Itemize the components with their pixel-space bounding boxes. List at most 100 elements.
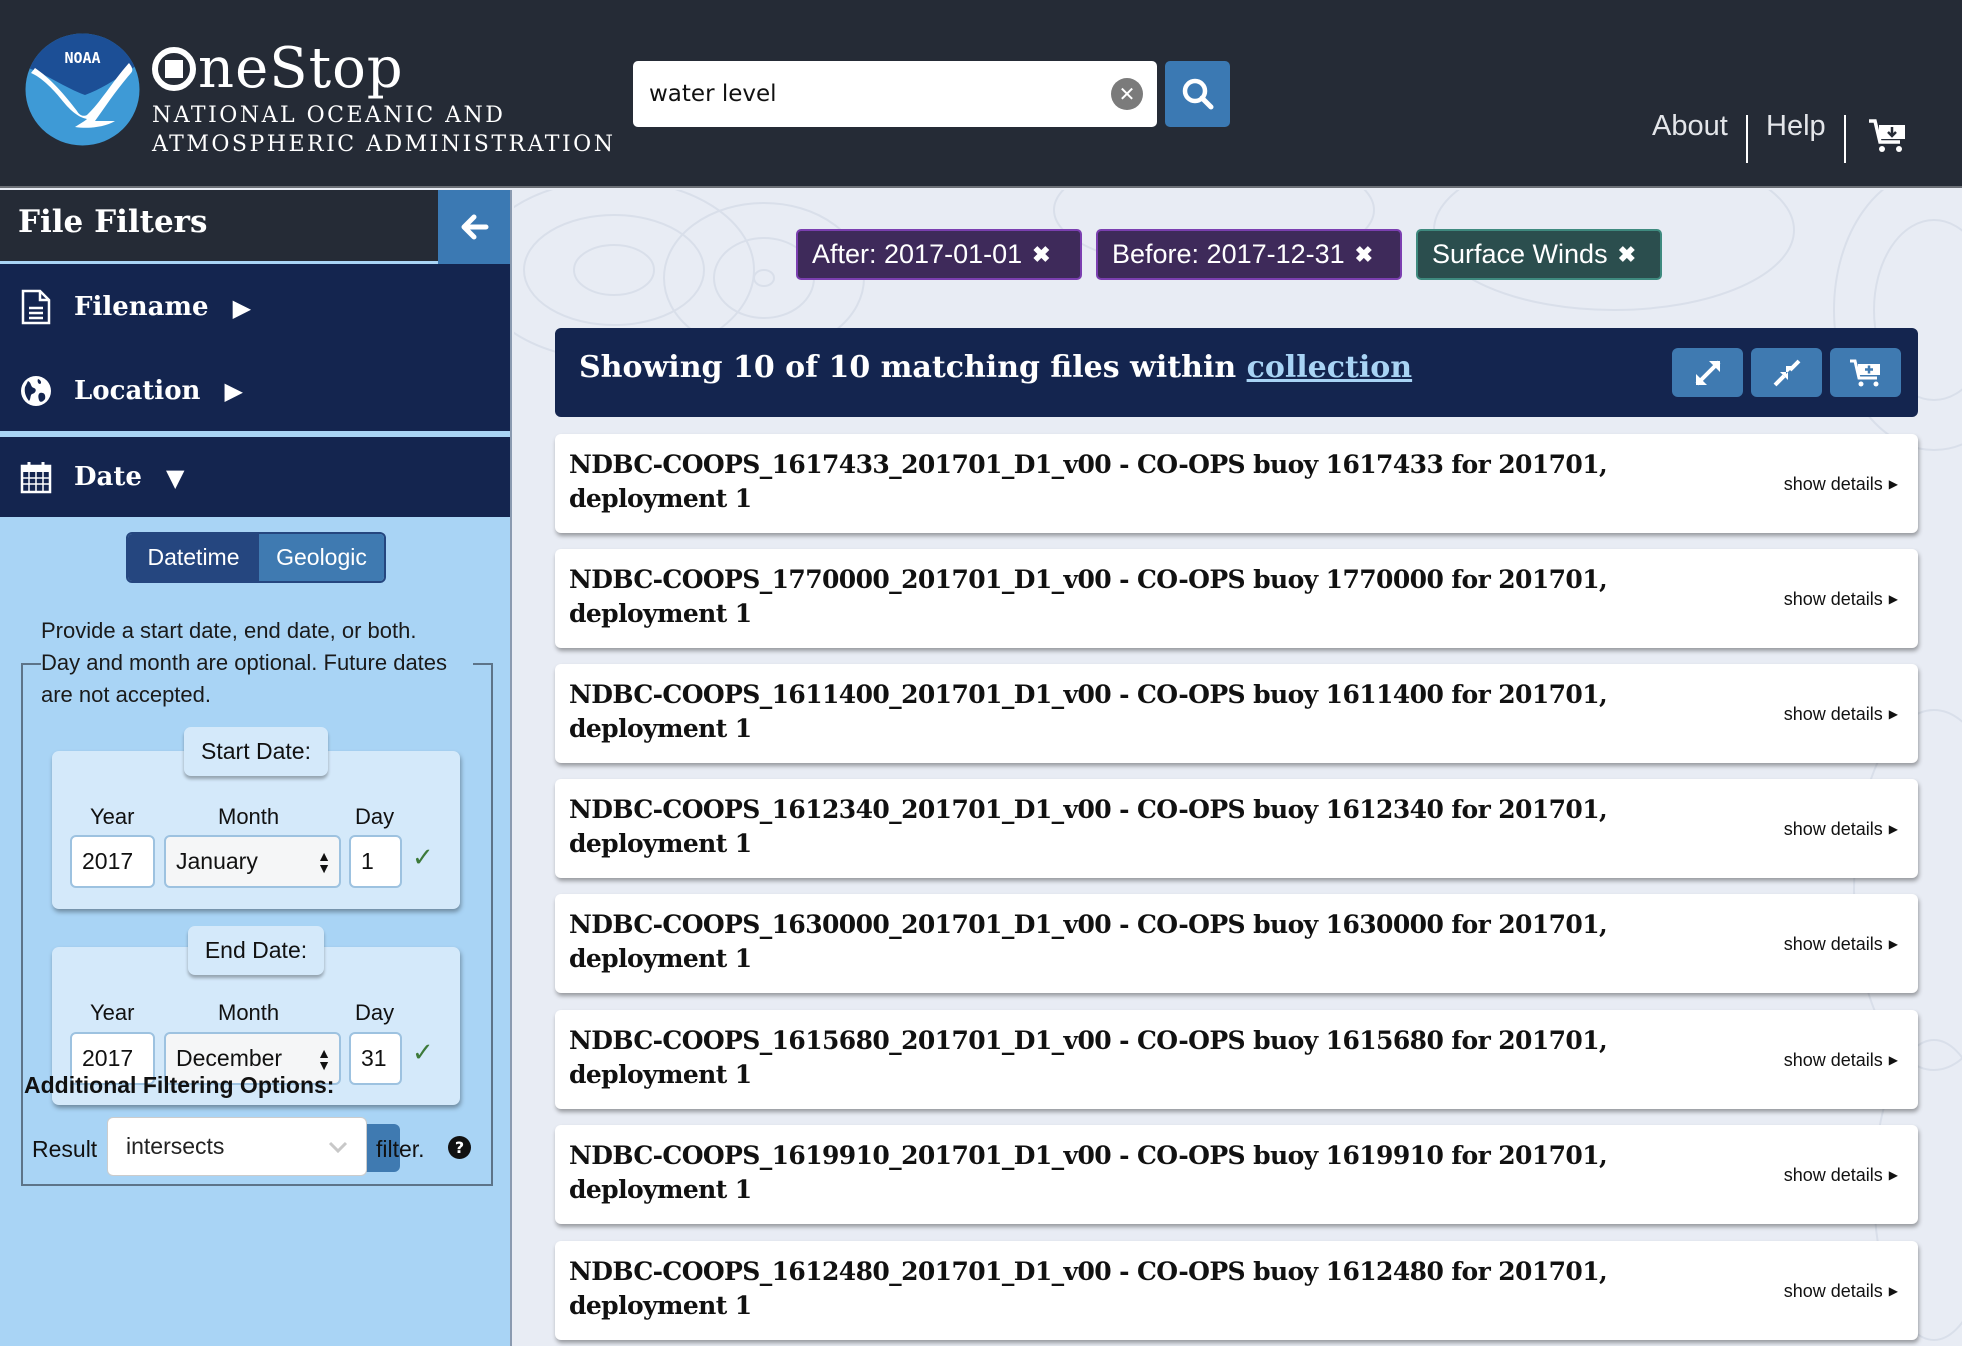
result-row[interactable]: NDBC-COOPS_1615680_201701_D1_v00 - CO-OP… (555, 1010, 1918, 1109)
fieldset-border (473, 663, 493, 665)
result-row[interactable]: NDBC-COOPS_1619910_201701_D1_v00 - CO-OP… (555, 1125, 1918, 1224)
additional-options-heading: Additional Filtering Options: (24, 1072, 335, 1098)
brand-title: neStop (152, 38, 615, 100)
noaa-logo[interactable]: NOAA (25, 33, 140, 146)
result-title[interactable]: NDBC-COOPS_1617433_201701_D1_v00 - CO-OP… (569, 448, 1759, 516)
sidebar-item-location[interactable]: Location ▶ (0, 350, 510, 434)
brand-subtitle-line2: ATMOSPHERIC ADMINISTRATION (152, 132, 616, 157)
result-title[interactable]: NDBC-COOPS_1619910_201701_D1_v00 - CO-OP… (569, 1139, 1759, 1207)
about-link[interactable]: About (1652, 110, 1728, 143)
filter-label: filter. (376, 1136, 425, 1162)
sidebar-item-label: Filename (74, 292, 209, 322)
remove-chip-icon[interactable]: ✖ (1618, 242, 1636, 268)
add-all-to-cart-button[interactable] (1830, 348, 1901, 397)
remove-chip-icon[interactable]: ✖ (1355, 242, 1373, 268)
caret-right-icon: ▶ (1888, 1053, 1898, 1067)
start-day-input[interactable]: 1 (349, 835, 402, 888)
show-details-link[interactable]: show details ▶ (1784, 1050, 1898, 1071)
caret-right-icon: ▶ (1888, 822, 1898, 836)
sidebar-title: File Filters (18, 204, 208, 240)
collapse-arrow-icon: ▼ (165, 462, 185, 492)
start-month-select[interactable]: January ▲ ▼ (164, 835, 341, 888)
result-title[interactable]: NDBC-COOPS_1612340_201701_D1_v00 - CO-OP… (569, 793, 1759, 861)
expand-arrow-icon: ▶ (232, 292, 252, 322)
show-details-link[interactable]: show details ▶ (1784, 704, 1898, 725)
caret-right-icon: ▶ (1888, 1284, 1898, 1298)
caret-right-icon: ▶ (1888, 707, 1898, 721)
end-day-input[interactable]: 31 (349, 1032, 402, 1085)
filter-chip-keyword[interactable]: Surface Winds ✖ (1416, 229, 1662, 280)
start-year-label: Year (90, 804, 135, 829)
relation-select[interactable]: intersects (107, 1117, 367, 1176)
end-day-label: Day (355, 1000, 395, 1025)
result-row[interactable]: NDBC-COOPS_1617433_201701_D1_v00 - CO-OP… (555, 434, 1918, 533)
brand[interactable]: neStop NATIONAL OCEANIC AND ATMOSPHERIC … (152, 38, 615, 158)
end-month-label: Month (218, 1000, 280, 1025)
sidebar-item-label: Location (74, 375, 201, 406)
select-arrows-icon: ▲ ▼ (317, 1044, 331, 1073)
end-date-legend: End Date: (188, 926, 324, 975)
onestop-o-icon (152, 47, 196, 91)
cart-download-icon[interactable] (1868, 118, 1908, 154)
result-row[interactable]: NDBC-COOPS_1612480_201701_D1_v00 - CO-OP… (555, 1241, 1918, 1340)
globe-icon (16, 371, 56, 411)
show-details-link[interactable]: show details ▶ (1784, 934, 1898, 955)
start-year-input[interactable]: 2017 (70, 835, 155, 888)
result-title[interactable]: NDBC-COOPS_1615680_201701_D1_v00 - CO-OP… (569, 1024, 1759, 1092)
collapse-sidebar-button[interactable] (438, 190, 510, 264)
show-details-link[interactable]: show details ▶ (1784, 1281, 1898, 1302)
show-details-link[interactable]: show details ▶ (1784, 474, 1898, 495)
select-arrows-icon: ▲ ▼ (317, 847, 331, 876)
result-row[interactable]: NDBC-COOPS_1612340_201701_D1_v00 - CO-OP… (555, 779, 1918, 878)
start-date-valid-icon: ✓ (412, 843, 434, 873)
result-title[interactable]: NDBC-COOPS_1612480_201701_D1_v00 - CO-OP… (569, 1255, 1759, 1323)
compress-icon (1773, 359, 1800, 386)
result-row[interactable]: NDBC-COOPS_1611400_201701_D1_v00 - CO-OP… (555, 664, 1918, 763)
caret-right-icon: ▶ (1888, 592, 1898, 606)
show-details-link[interactable]: show details ▶ (1784, 1165, 1898, 1186)
arrow-left-icon (461, 214, 489, 240)
sidebar-header: File Filters (0, 190, 510, 264)
caret-right-icon: ▶ (1888, 937, 1898, 951)
remove-chip-icon[interactable]: ✖ (1032, 242, 1050, 268)
chevron-down-icon (328, 1141, 348, 1153)
result-title[interactable]: NDBC-COOPS_1770000_201701_D1_v00 - CO-OP… (569, 563, 1759, 631)
sidebar-item-filename[interactable]: Filename ▶ (0, 264, 510, 350)
search-button[interactable] (1165, 61, 1230, 127)
help-link[interactable]: Help (1766, 110, 1826, 143)
show-details-link[interactable]: show details ▶ (1784, 589, 1898, 610)
svg-text:NOAA: NOAA (64, 49, 100, 67)
nav-divider (1746, 115, 1748, 163)
tab-datetime[interactable]: Datetime (128, 534, 259, 581)
search-input[interactable] (649, 61, 1089, 127)
clear-search-icon[interactable]: ✕ (1111, 78, 1143, 110)
expand-icon (1695, 360, 1720, 385)
brand-subtitle-line1: NATIONAL OCEANIC AND (152, 103, 506, 128)
result-title[interactable]: NDBC-COOPS_1630000_201701_D1_v00 - CO-OP… (569, 908, 1759, 976)
results-header: Showing 10 of 10 matching files within c… (555, 328, 1918, 417)
collection-link[interactable]: collection (1247, 350, 1413, 385)
sidebar-item-date[interactable]: Date ▼ (0, 437, 510, 517)
help-icon[interactable]: ? (448, 1136, 471, 1159)
file-icon (16, 287, 56, 327)
expand-arrow-icon: ▶ (224, 376, 243, 405)
nav-divider (1844, 115, 1846, 163)
end-year-label: Year (90, 1000, 135, 1025)
cart-add-icon (1849, 359, 1880, 386)
search-icon (1182, 78, 1213, 110)
filter-chip-before[interactable]: Before: 2017-12-31 ✖ (1096, 229, 1402, 280)
result-title[interactable]: NDBC-COOPS_1611400_201701_D1_v00 - CO-OP… (569, 678, 1759, 746)
filter-chip-after[interactable]: After: 2017-01-01 ✖ (796, 229, 1082, 280)
start-month-label: Month (218, 804, 280, 829)
expand-all-button[interactable] (1672, 348, 1743, 397)
start-day-label: Day (355, 804, 395, 829)
result-row[interactable]: NDBC-COOPS_1630000_201701_D1_v00 - CO-OP… (555, 894, 1918, 993)
collapse-all-button[interactable] (1751, 348, 1822, 397)
show-details-link[interactable]: show details ▶ (1784, 819, 1898, 840)
result-row[interactable]: NDBC-COOPS_1770000_201701_D1_v00 - CO-OP… (555, 549, 1918, 648)
calendar-icon (16, 457, 56, 497)
tab-geologic[interactable]: Geologic (258, 534, 384, 581)
caret-right-icon: ▶ (1888, 1168, 1898, 1182)
search-box: ✕ (633, 61, 1157, 127)
results-heading: Showing 10 of 10 matching files within c… (579, 350, 1413, 385)
